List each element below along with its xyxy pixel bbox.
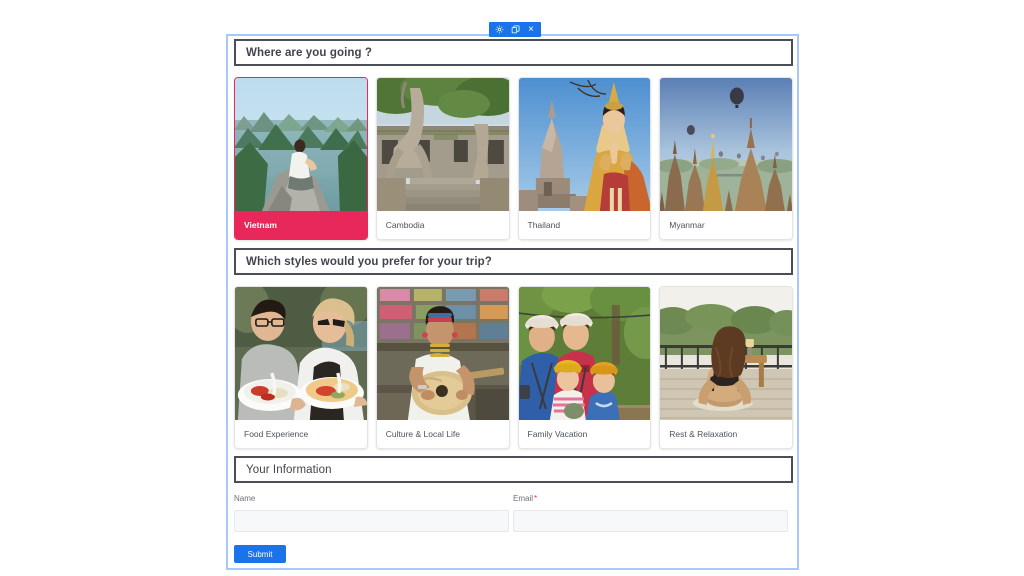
section-title-styles: Which styles would you prefer for your t…	[246, 255, 492, 268]
local-musician-image	[376, 287, 509, 420]
couple-food-image	[235, 287, 367, 420]
name-field-group: Name	[234, 494, 509, 532]
section-header-styles[interactable]: Which styles would you prefer for your t…	[234, 248, 793, 275]
section-header-your-information[interactable]: Your Information	[234, 456, 793, 483]
thai-dancer-image	[518, 78, 651, 211]
required-asterisk: *	[534, 494, 538, 503]
name-input[interactable]	[234, 510, 509, 532]
duplicate-icon[interactable]	[507, 23, 523, 36]
halong-bay-image	[235, 78, 367, 211]
yoga-deck-image	[660, 287, 792, 420]
destination-label-thailand: Thailand	[518, 211, 651, 239]
submit-button[interactable]: Submit	[234, 545, 286, 563]
bagan-balloons-image	[660, 78, 792, 211]
destination-label-vietnam: Vietnam	[235, 211, 367, 239]
gear-icon[interactable]	[491, 23, 507, 36]
destination-label-myanmar: Myanmar	[660, 211, 792, 239]
destination-card-vietnam[interactable]: Vietnam	[234, 77, 368, 240]
section-header-destination[interactable]: Where are you going ?	[234, 39, 793, 66]
section-title-your-information: Your Information	[246, 463, 332, 476]
close-icon[interactable]: ×	[523, 23, 539, 36]
block-toolbar[interactable]: ×	[489, 22, 541, 37]
destination-card-myanmar[interactable]: Myanmar	[659, 77, 793, 240]
style-card-family-vacation[interactable]: Family Vacation	[517, 286, 652, 449]
style-label-culture-local-life: Culture & Local Life	[376, 420, 509, 448]
email-input[interactable]	[513, 510, 788, 532]
destination-label-cambodia: Cambodia	[376, 211, 509, 239]
email-field-group: Email*	[513, 494, 788, 532]
travel-preference-form: Where are you going ? Vietnam Cambodia T…	[226, 34, 799, 570]
style-card-culture-local-life[interactable]: Culture & Local Life	[375, 286, 510, 449]
style-label-family-vacation: Family Vacation	[518, 420, 651, 448]
destination-card-thailand[interactable]: Thailand	[517, 77, 652, 240]
style-card-rest-relaxation[interactable]: Rest & Relaxation	[659, 286, 793, 449]
style-label-rest-relaxation: Rest & Relaxation	[660, 420, 792, 448]
section-title-destination: Where are you going ?	[246, 46, 373, 59]
close-glyph: ×	[528, 23, 534, 35]
angkor-wat-image	[376, 78, 509, 211]
email-label: Email*	[513, 494, 788, 504]
family-helmets-image	[518, 287, 651, 420]
destination-card-grid: Vietnam Cambodia Thailand Myanmar	[234, 77, 793, 240]
destination-card-cambodia[interactable]: Cambodia	[375, 77, 510, 240]
styles-card-grid: Food Experience Culture & Local Life Fam…	[234, 286, 793, 449]
name-label: Name	[234, 494, 256, 503]
style-label-food-experience: Food Experience	[235, 420, 367, 448]
email-label-text: Email	[513, 494, 534, 503]
style-card-food-experience[interactable]: Food Experience	[234, 286, 368, 449]
